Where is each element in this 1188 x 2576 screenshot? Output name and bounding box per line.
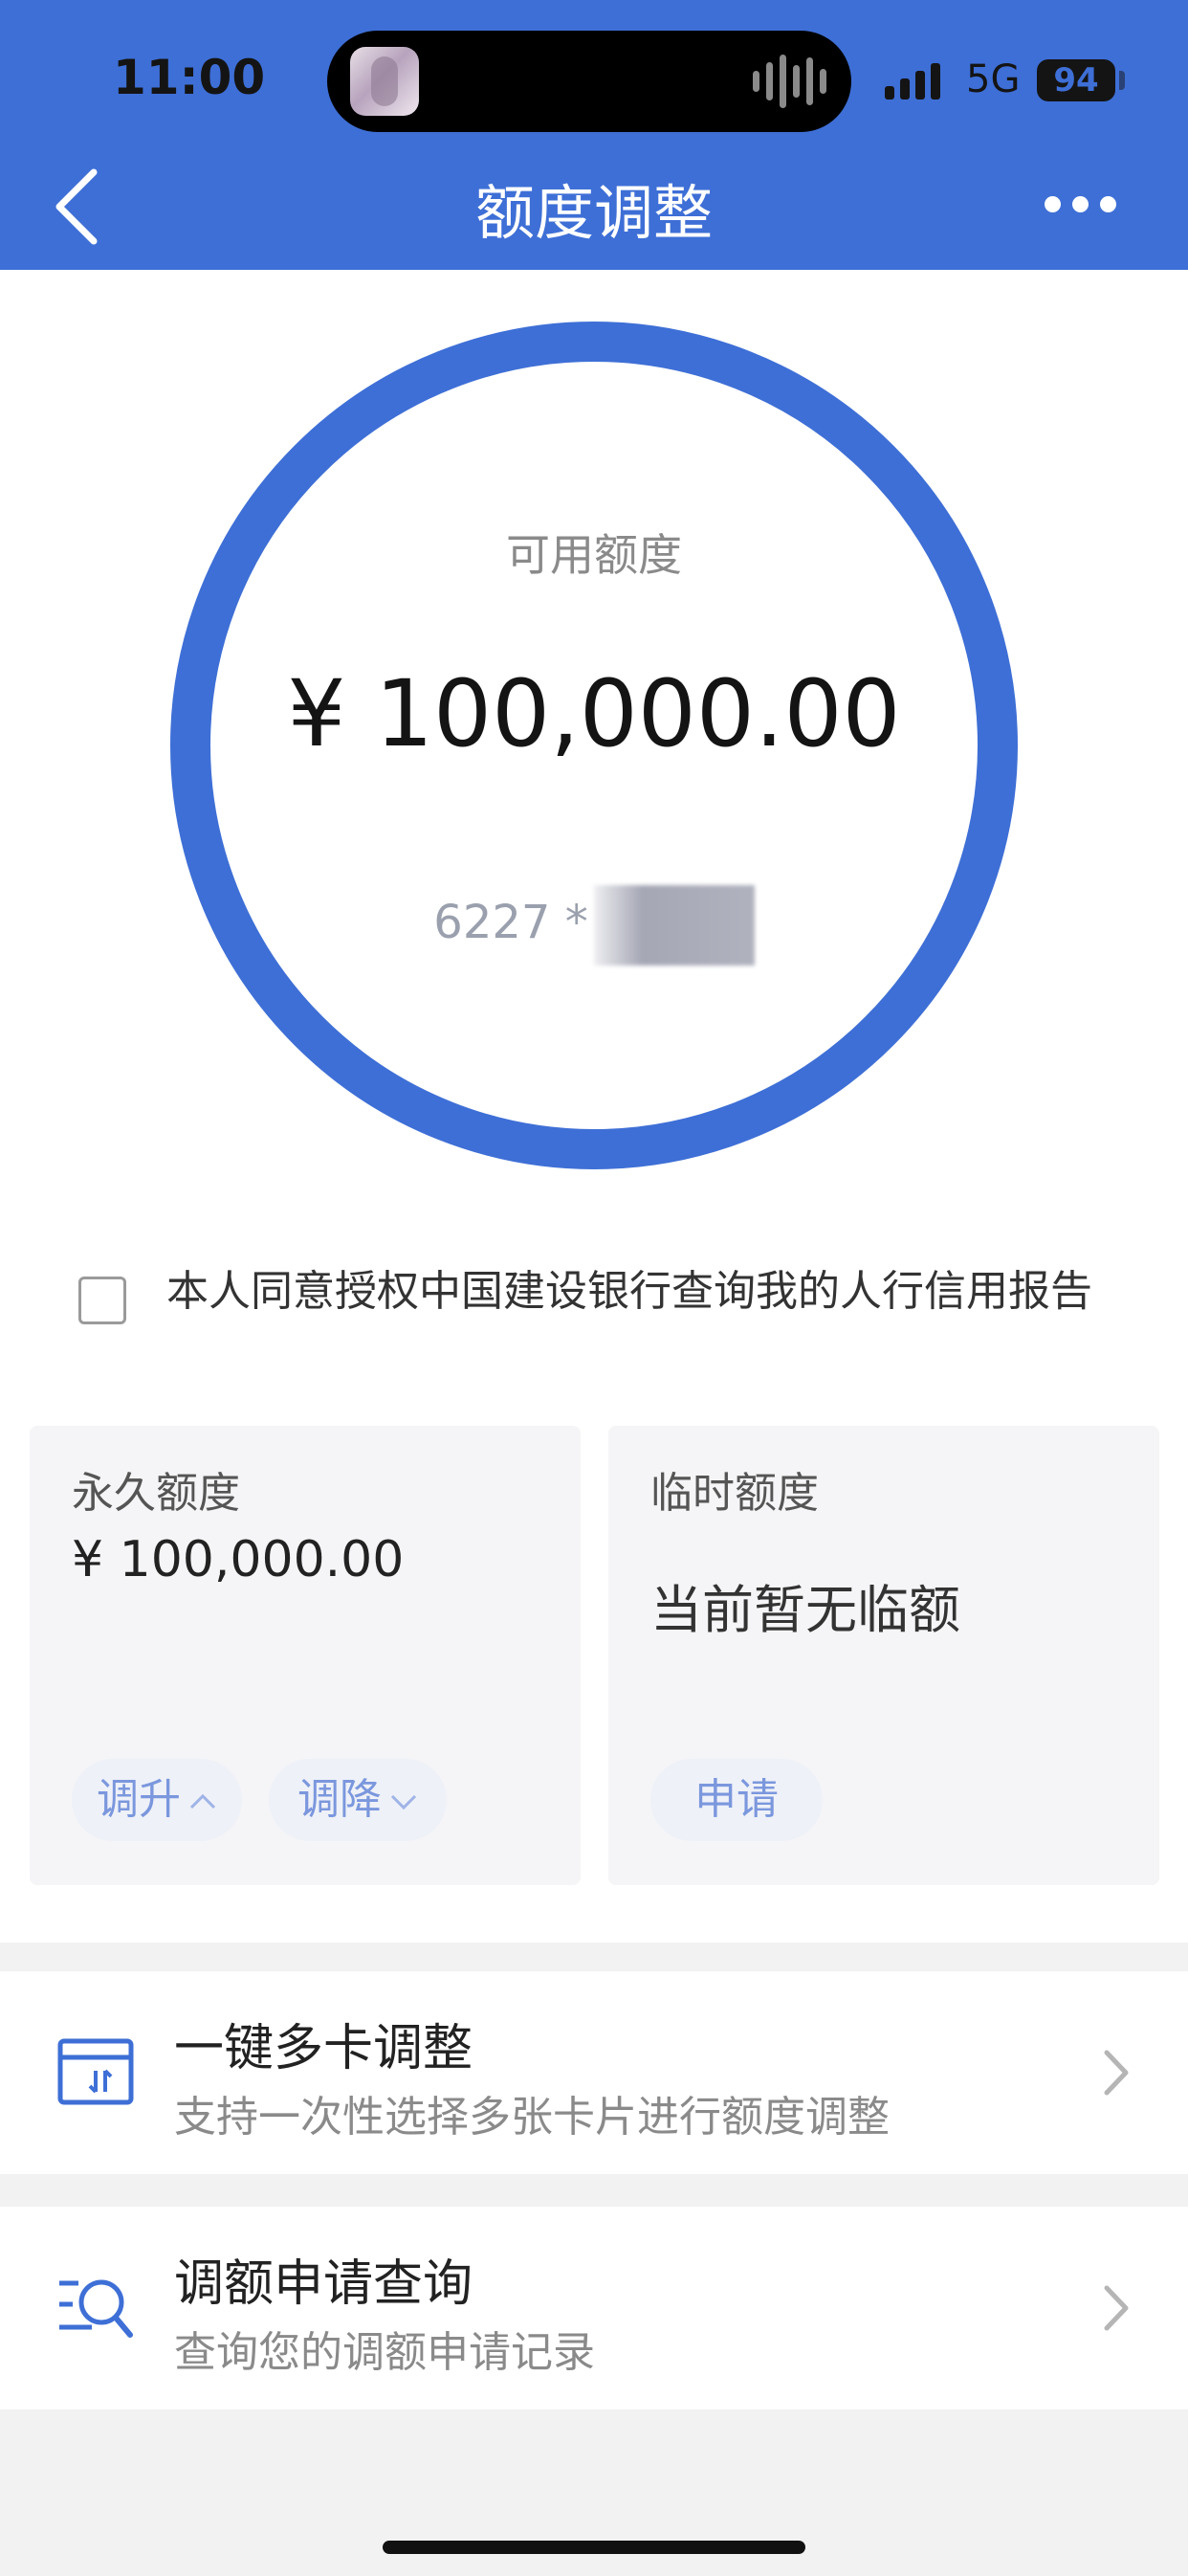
- chevron-down-icon: [390, 1794, 417, 1810]
- available-quota-label: 可用额度: [506, 529, 682, 581]
- permanent-quota-card: 永久额度 ¥ 100,000.00 调升 调降: [30, 1426, 581, 1885]
- adjust-application-query-row[interactable]: 调额申请查询 查询您的调额申请记录: [0, 2207, 1188, 2409]
- temporary-quota-title: 临时额度: [650, 1469, 819, 1518]
- available-quota-amount: ¥ 100,000.00: [287, 660, 901, 767]
- adjust-application-query-subtitle: 查询您的调额申请记录: [174, 2328, 595, 2377]
- battery-nub: [1119, 71, 1125, 90]
- status-time: 11:00: [113, 50, 266, 105]
- increase-label: 调升: [97, 1775, 181, 1824]
- chevron-right-icon: [1104, 2285, 1129, 2331]
- adjust-application-query-title: 调额申请查询: [174, 2255, 473, 2313]
- consent-text[interactable]: 本人同意授权中国建设银行查询我的人行信用报告: [166, 1265, 1104, 1319]
- more-dot-icon: [1045, 196, 1061, 212]
- consent-checkbox[interactable]: [78, 1277, 126, 1324]
- battery-icon: 94: [1037, 59, 1115, 101]
- decrease-label: 调降: [297, 1775, 382, 1824]
- chevron-right-icon: [1104, 2050, 1129, 2096]
- multi-card-adjust-title: 一键多卡调整: [174, 2020, 473, 2077]
- dynamic-island: [327, 31, 851, 132]
- card-number-prefix: 6227 *: [433, 896, 588, 949]
- now-playing-artwork: [350, 47, 419, 116]
- multi-card-adjust-row[interactable]: 一键多卡调整 支持一次性选择多张卡片进行额度调整: [0, 1971, 1188, 2174]
- card-number-mask: [593, 885, 755, 966]
- search-list-icon: [59, 2279, 133, 2338]
- page-title: 额度调整: [474, 178, 713, 248]
- cellular-signal-icon: [885, 61, 940, 100]
- increase-button[interactable]: 调升: [72, 1759, 242, 1841]
- multi-card-adjust-subtitle: 支持一次性选择多张卡片进行额度调整: [174, 2093, 890, 2142]
- permanent-quota-title: 永久额度: [72, 1469, 240, 1518]
- permanent-quota-value: ¥ 100,000.00: [72, 1531, 405, 1588]
- app-header: 11:00 5G 94 额度调整: [0, 0, 1188, 270]
- chevron-up-icon: [189, 1793, 216, 1810]
- temporary-quota-status: 当前暂无临额: [650, 1580, 960, 1640]
- temporary-quota-card: 临时额度 当前暂无临额 申请: [608, 1426, 1159, 1885]
- more-menu-button[interactable]: [1045, 196, 1116, 212]
- decrease-button[interactable]: 调降: [269, 1759, 447, 1841]
- apply-button[interactable]: 申请: [650, 1759, 823, 1841]
- audio-wave-icon: [753, 54, 826, 109]
- network-type: 5G: [966, 57, 1021, 101]
- more-dot-icon: [1100, 196, 1116, 212]
- home-indicator[interactable]: [383, 2541, 805, 2554]
- card-number: 6227 *: [0, 885, 1188, 966]
- multi-card-icon: [57, 2038, 134, 2105]
- more-dot-icon: [1072, 196, 1089, 212]
